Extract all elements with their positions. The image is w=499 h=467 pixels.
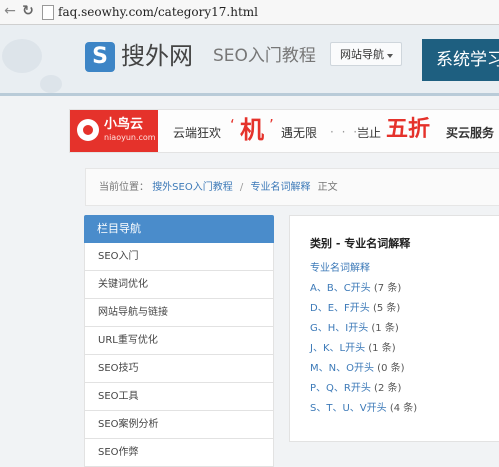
breadcrumb-home-link[interactable]: 搜外SEO入门教程 [152,182,233,193]
item-count: (1 条) [371,323,399,334]
list-item: M、N、O开头 (0 条) [310,362,417,382]
item-count: (1 条) [368,343,396,354]
breadcrumb-category-link[interactable]: 专业名词解释 [250,182,310,193]
category-link[interactable]: J、K、L开头 [310,343,365,354]
site-slogan: SEO入门教程 [213,46,316,66]
sidebar-item-keyword-optimization[interactable]: 关键词优化 [84,271,274,299]
banner-text-2: 遇无限 [281,126,318,140]
item-count: (0 条) [377,363,405,374]
banner-quote-close: ’ [269,116,274,134]
page-icon [42,5,54,20]
sidebar-item-seo-case-study[interactable]: SEO案例分析 [84,411,274,439]
site-nav-dropdown-label: 网站导航 [340,48,384,61]
category-link[interactable]: D、E、F开头 [310,303,370,314]
site-nav-dropdown[interactable]: 网站导航 [330,42,402,66]
sidebar-item-seo-cheating[interactable]: SEO作弊 [84,439,274,467]
item-count: (7 条) [373,283,402,294]
system-learn-button[interactable]: 系统学习 [422,39,499,81]
banner-quote-open: ‘ [230,116,235,134]
list-item: S、T、U、V开头 (4 条) [310,402,417,422]
category-link[interactable]: P、Q、R开头 [310,383,371,394]
category-list: A、B、C开头 (7 条) D、E、F开头 (5 条) G、H、I开头 (1 条… [310,282,417,422]
back-arrow-icon[interactable]: ← [2,3,18,19]
category-title: 类别 - 专业名词解释 [310,237,411,250]
banner-discount: 五折 [386,117,431,142]
caret-down-icon [387,54,393,58]
niaoyun-logo: 小鸟云 niaoyun.com [70,110,158,152]
sidebar-item-seo-tools[interactable]: SEO工具 [84,383,274,411]
sidebar-item-seo-intro[interactable]: SEO入门 [84,243,274,271]
banner-text-1: 云端狂欢 [173,126,222,140]
category-link[interactable]: S、T、U、V开头 [310,403,387,414]
category-link[interactable]: A、B、C开头 [310,283,371,294]
banner-big-char: 机 [240,115,264,144]
item-count: (2 条) [374,383,402,394]
banner-brand: 小鸟云 [104,117,144,132]
ad-banner[interactable]: 小鸟云 niaoyun.com 云端狂欢 ‘ 机 ’ 遇无限 · · · 岂止 … [69,109,499,153]
list-item: G、H、I开头 (1 条) [310,322,417,342]
list-item: A、B、C开头 (7 条) [310,282,417,302]
breadcrumb-separator: / [239,182,244,193]
breadcrumb-current: 正文 [317,182,338,193]
list-item: P、Q、R开头 (2 条) [310,382,417,402]
item-count: (4 条) [389,403,418,414]
banner-text-4: 买云服务 [446,126,495,140]
sidebar-title: 栏目导航 [84,215,274,243]
banner-domain: niaoyun.com [104,133,156,142]
logo-text[interactable]: 搜外网 [121,40,193,72]
category-subtitle-link[interactable]: 专业名词解释 [310,262,370,276]
logo-icon[interactable]: S [85,42,115,72]
category-link[interactable]: G、H、I开头 [310,323,368,334]
category-link[interactable]: M、N、O开头 [310,363,374,374]
list-item: D、E、F开头 (5 条) [310,302,417,322]
list-item: J、K、L开头 (1 条) [310,342,417,362]
reload-icon[interactable]: ↻ [20,3,36,19]
browser-address-bar: ← ↻ faq.seowhy.com/category17.html [0,0,499,25]
url-field[interactable]: faq.seowhy.com/category17.html [58,3,258,21]
breadcrumb: 当前位置： 搜外SEO入门教程 / 专业名词解释 正文 [85,168,499,206]
sidebar-item-seo-tips[interactable]: SEO技巧 [84,355,274,383]
category-panel: 类别 - 专业名词解释 专业名词解释 A、B、C开头 (7 条) D、E、F开头… [289,215,499,442]
banner-text-3: 岂止 [357,126,382,140]
sidebar-item-url-rewrite[interactable]: URL重写优化 [84,327,274,355]
banner-dots: · · · [330,125,360,139]
item-count: (5 条) [372,303,401,314]
sidebar-item-site-navigation-links[interactable]: 网站导航与链接 [84,299,274,327]
weibo-bg-icon [2,39,42,73]
weibo-bg-icon [40,75,62,93]
breadcrumb-prefix: 当前位置： [99,182,149,193]
sidebar: 栏目导航 SEO入门 关键词优化 网站导航与链接 URL重写优化 SEO技巧 S… [84,215,274,467]
